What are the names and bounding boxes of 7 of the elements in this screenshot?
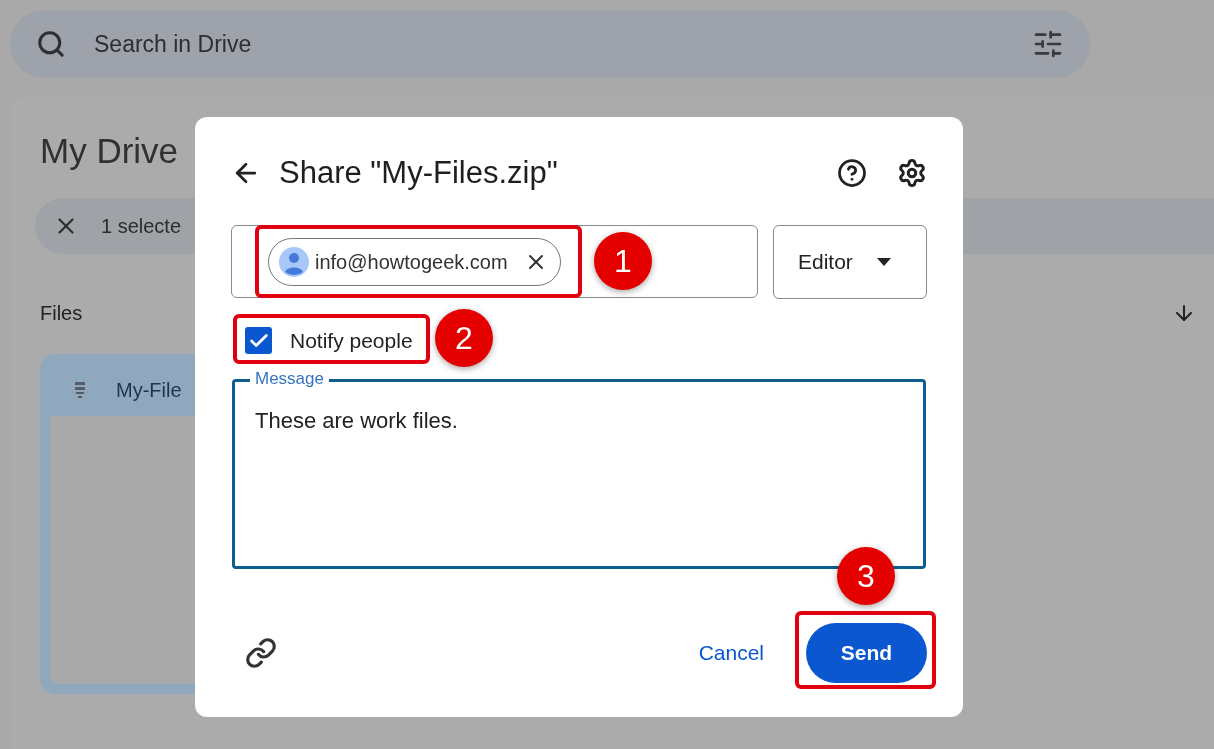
recipient-email: info@howtogeek.com: [315, 249, 508, 275]
dialog-title: Share "My-Files.zip": [279, 153, 558, 192]
checkbox-label: Notify people: [290, 328, 413, 354]
file-name: My-File: [116, 377, 182, 403]
section-heading: Files: [40, 300, 83, 326]
page-title: My Drive: [40, 130, 179, 172]
selection-count: 1 selecte: [101, 213, 182, 239]
